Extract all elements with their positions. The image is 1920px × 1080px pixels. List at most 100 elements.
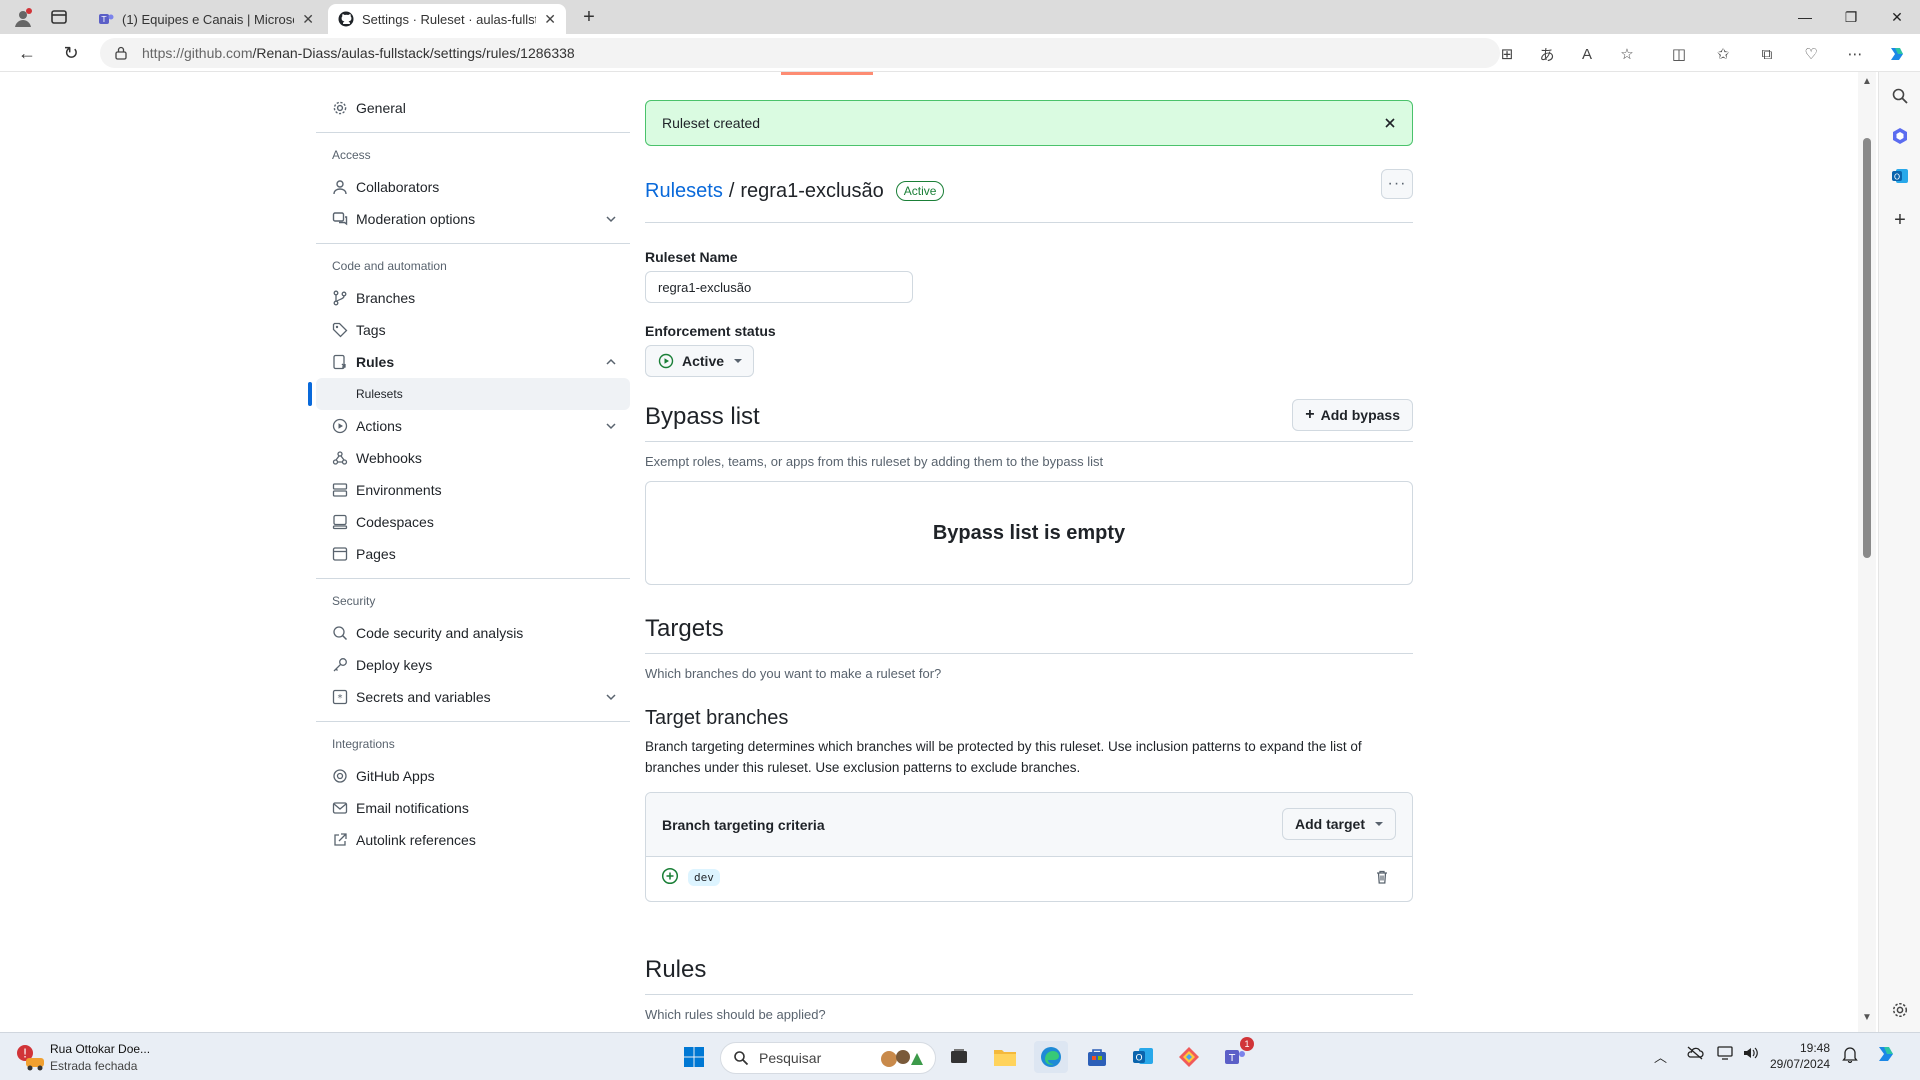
app-available-icon[interactable]: ⊞ bbox=[1496, 43, 1518, 65]
microsoft-store-icon[interactable] bbox=[1080, 1041, 1114, 1073]
svg-text:T: T bbox=[101, 15, 107, 24]
add-target-button[interactable]: Add target bbox=[1282, 808, 1396, 840]
notification-title: Rua Ottokar Doe... bbox=[50, 1042, 151, 1056]
sidebar-item-label: Autolink references bbox=[356, 832, 476, 848]
add-sidebar-app-icon[interactable]: + bbox=[1888, 208, 1912, 232]
ruleset-main: Ruleset created Rulesets / regra1-exclus… bbox=[645, 100, 1413, 1022]
breadcrumb-rulesets-link[interactable]: Rulesets bbox=[645, 180, 723, 203]
sidebar-item-github-apps[interactable]: GitHub Apps bbox=[316, 760, 630, 792]
file-explorer-icon[interactable] bbox=[988, 1041, 1022, 1073]
tag-icon bbox=[332, 322, 348, 338]
profile-icon[interactable] bbox=[12, 7, 34, 29]
flash-message: Ruleset created bbox=[662, 115, 761, 131]
sidebar-item-actions[interactable]: Actions bbox=[316, 410, 630, 442]
webhook-icon bbox=[332, 450, 348, 466]
tab-label: Settings · Ruleset · aulas-fullstack bbox=[362, 11, 536, 27]
scroll-down-icon[interactable]: ▼ bbox=[1862, 1012, 1872, 1023]
add-bypass-button[interactable]: + Add bypass bbox=[1292, 399, 1413, 431]
sidebar-item-rules[interactable]: Rules bbox=[316, 346, 630, 378]
sidebar-item-label: Rules bbox=[356, 354, 395, 370]
sidebar-item-moderation[interactable]: Moderation options bbox=[316, 203, 630, 235]
outlook-new-icon[interactable]: O bbox=[1126, 1041, 1160, 1073]
sidebar-item-secrets[interactable]: * Secrets and variables bbox=[316, 681, 630, 713]
sidebar-item-deploy-keys[interactable]: Deploy keys bbox=[316, 649, 630, 681]
url-field[interactable]: https://github.com/Renan-Diass/aulas-ful… bbox=[100, 38, 1500, 68]
window-close-icon[interactable]: ✕ bbox=[1874, 0, 1920, 34]
close-icon[interactable]: ✕ bbox=[544, 11, 556, 28]
sidebar-item-tags[interactable]: Tags bbox=[316, 314, 630, 346]
sidebar-item-collaborators[interactable]: Collaborators bbox=[316, 171, 630, 203]
enforcement-select[interactable]: Active bbox=[645, 345, 754, 377]
git-client-icon[interactable] bbox=[1172, 1041, 1206, 1073]
sidebar-item-general[interactable]: General bbox=[316, 92, 630, 124]
github-page: General Access Collaborators Moderation … bbox=[0, 72, 1858, 1032]
show-hidden-icons-icon[interactable]: ︿ bbox=[1654, 1047, 1667, 1066]
close-icon[interactable] bbox=[1382, 115, 1398, 131]
windows-start-icon[interactable] bbox=[677, 1041, 711, 1073]
translate-icon[interactable]: あ bbox=[1536, 43, 1558, 65]
branch-targeting-box: Branch targeting criteria Add target dev bbox=[645, 792, 1413, 902]
sidebar-item-autolink[interactable]: Autolink references bbox=[316, 824, 630, 856]
task-view-icon[interactable] bbox=[942, 1041, 976, 1073]
breadcrumb: Rulesets / regra1-exclusão Active bbox=[645, 174, 1413, 208]
page-scrollbar[interactable]: ▲ ▼ bbox=[1858, 72, 1876, 1032]
favorite-star-icon[interactable]: ☆ bbox=[1616, 43, 1638, 65]
collections-icon[interactable]: ⧉ bbox=[1756, 43, 1778, 65]
sidebar-item-branches[interactable]: Branches bbox=[316, 282, 630, 314]
sidebar-item-environments[interactable]: Environments bbox=[316, 474, 630, 506]
minimize-icon[interactable]: — bbox=[1782, 0, 1828, 34]
trash-icon[interactable] bbox=[1374, 869, 1390, 885]
person-icon bbox=[332, 179, 348, 195]
divider bbox=[316, 243, 630, 244]
edge-browser-icon[interactable] bbox=[1034, 1041, 1068, 1073]
branch-pattern-pill: dev bbox=[688, 869, 720, 886]
sidebar-item-label: Code security and analysis bbox=[356, 625, 524, 641]
sidebar-item-pages[interactable]: Pages bbox=[316, 538, 630, 570]
scrollbar-thumb[interactable] bbox=[1863, 138, 1871, 558]
office-icon[interactable] bbox=[1888, 124, 1912, 148]
copilot-taskbar-icon[interactable] bbox=[1874, 1042, 1898, 1069]
sidebar-item-code-security[interactable]: Code security and analysis bbox=[316, 617, 630, 649]
search-icon[interactable] bbox=[1888, 84, 1912, 108]
refresh-icon[interactable]: ↻ bbox=[56, 39, 86, 67]
tab-github-settings[interactable]: Settings · Ruleset · aulas-fullstack ✕ bbox=[328, 4, 566, 34]
tab-actions-icon[interactable] bbox=[50, 8, 70, 28]
more-menu-icon[interactable]: ⋯ bbox=[1844, 43, 1866, 65]
chevron-up-icon bbox=[606, 358, 616, 365]
teams-taskbar-icon[interactable]: T 1 bbox=[1218, 1037, 1254, 1073]
sidebar-item-codespaces[interactable]: Codespaces bbox=[316, 506, 630, 538]
split-screen-icon[interactable]: ◫ bbox=[1668, 43, 1690, 65]
outlook-icon[interactable]: O bbox=[1888, 164, 1912, 188]
sidebar-group-code: Code and automation bbox=[332, 259, 447, 273]
taskbar-search[interactable]: Pesquisar bbox=[720, 1042, 936, 1074]
sidebar-item-webhooks[interactable]: Webhooks bbox=[316, 442, 630, 474]
ruleset-name-input[interactable]: regra1-exclusão bbox=[645, 271, 913, 303]
close-icon[interactable]: ✕ bbox=[302, 11, 314, 28]
network-icon[interactable] bbox=[1716, 1045, 1734, 1064]
tab-label: (1) Equipes e Canais | Microsoft T bbox=[122, 11, 294, 27]
read-aloud-icon[interactable]: A bbox=[1576, 43, 1598, 65]
browser-essentials-icon[interactable]: ♡ bbox=[1800, 43, 1822, 65]
restore-icon[interactable]: ❐ bbox=[1828, 0, 1874, 34]
volume-icon[interactable] bbox=[1742, 1045, 1760, 1064]
weather-notification[interactable]: ! Rua Ottokar Doe... Estrada fechada bbox=[16, 1040, 176, 1076]
svg-text:!: ! bbox=[23, 1047, 28, 1061]
onedrive-offline-icon[interactable] bbox=[1686, 1045, 1704, 1064]
sidebar-item-email[interactable]: Email notifications bbox=[316, 792, 630, 824]
more-options-button[interactable]: ··· bbox=[1381, 169, 1413, 199]
bypass-empty-text: Bypass list is empty bbox=[932, 521, 1126, 544]
settings-gear-icon[interactable] bbox=[1888, 998, 1912, 1022]
clock[interactable]: 19:48 29/07/2024 bbox=[1770, 1041, 1830, 1071]
new-tab-icon[interactable]: + bbox=[578, 6, 600, 28]
sidebar-item-rulesets[interactable]: Rulesets bbox=[308, 378, 630, 410]
flash-success: Ruleset created bbox=[645, 100, 1413, 146]
divider bbox=[316, 578, 630, 579]
copilot-icon[interactable] bbox=[1886, 43, 1908, 65]
divider bbox=[316, 721, 630, 722]
notification-bell-icon[interactable] bbox=[1842, 1045, 1858, 1066]
teams-notification-badge: 1 bbox=[1240, 1037, 1254, 1051]
back-icon[interactable]: ← bbox=[12, 39, 42, 67]
favorites-icon[interactable]: ✩ bbox=[1712, 43, 1734, 65]
scroll-up-icon[interactable]: ▲ bbox=[1862, 76, 1872, 87]
tab-teams[interactable]: T (1) Equipes e Canais | Microsoft T ✕ bbox=[88, 4, 324, 34]
